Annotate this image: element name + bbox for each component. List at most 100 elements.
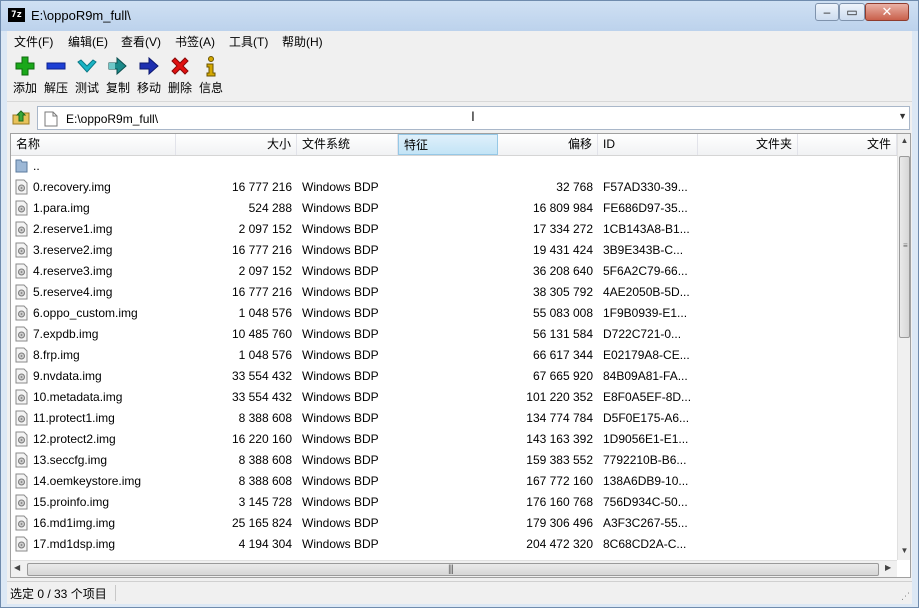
table-row[interactable]: 10.metadata.img 33 554 432 Windows BDP 101 … bbox=[11, 387, 897, 408]
file-size: 25 165 824 bbox=[231, 516, 292, 530]
vertical-scroll-thumb[interactable]: ≡ bbox=[899, 156, 910, 338]
column-folder[interactable]: 文件夹 bbox=[698, 134, 798, 155]
file-offset: 159 383 552 bbox=[526, 453, 593, 467]
move-label: 移动 bbox=[136, 81, 161, 95]
table-row[interactable]: 6.oppo_custom.img 1 048 576 Windows BDP 55 … bbox=[11, 303, 897, 324]
check-icon bbox=[77, 59, 97, 73]
grip-icon: ≡ bbox=[903, 241, 908, 250]
table-row[interactable]: 7.expdb.img 10 485 760 Windows BDP 56 131 5… bbox=[11, 324, 897, 345]
horizontal-scrollbar[interactable]: ◀ ||| ▶ bbox=[11, 560, 897, 577]
info-button[interactable]: 信息 bbox=[196, 53, 226, 99]
file-name: 6.oppo_custom.img bbox=[33, 306, 138, 320]
file-size: 1 048 576 bbox=[238, 306, 292, 320]
maximize-button[interactable]: ▭ bbox=[839, 3, 865, 21]
copy-button[interactable]: 复制 bbox=[103, 53, 133, 99]
column-filesystem[interactable]: 文件系统 bbox=[297, 134, 398, 155]
file-offset: 19 431 424 bbox=[532, 243, 593, 257]
disk-image-file-icon bbox=[15, 536, 28, 552]
extract-label: 解压 bbox=[43, 81, 68, 95]
column-files[interactable]: 文件 bbox=[798, 134, 897, 155]
file-name: 4.reserve3.img bbox=[33, 264, 113, 278]
file-filesystem: Windows BDP bbox=[302, 411, 379, 425]
table-row[interactable]: 0.recovery.img 16 777 216 Windows BDP 32 76… bbox=[11, 177, 897, 198]
scroll-down-icon[interactable]: ▼ bbox=[898, 546, 910, 555]
column-name[interactable]: 名称 bbox=[11, 134, 176, 155]
table-row[interactable]: 3.reserve2.img 16 777 216 Windows BDP 19 43… bbox=[11, 240, 897, 261]
close-icon: ✕ bbox=[881, 4, 893, 19]
delete-button[interactable]: 删除 bbox=[165, 53, 195, 99]
table-row[interactable]: 16.md1img.img 25 165 824 Windows BDP 179 30… bbox=[11, 513, 897, 534]
file-offset: 204 472 320 bbox=[526, 537, 593, 551]
app-7z-icon[interactable]: 7z bbox=[8, 8, 25, 22]
menu-file[interactable]: 文件(F) bbox=[14, 33, 53, 50]
horizontal-scroll-thumb[interactable]: ||| bbox=[27, 563, 879, 576]
resize-grip-icon[interactable]: ⋰ bbox=[901, 591, 910, 602]
column-offset[interactable]: 偏移 bbox=[498, 134, 598, 155]
menu-help[interactable]: 帮助(H) bbox=[282, 33, 323, 50]
table-row[interactable]: 13.seccfg.img 8 388 608 Windows BDP 159 383… bbox=[11, 450, 897, 471]
file-offset: 38 305 792 bbox=[532, 285, 593, 299]
scroll-left-icon[interactable]: ◀ bbox=[14, 563, 20, 572]
scroll-up-icon[interactable]: ▲ bbox=[898, 136, 910, 145]
document-icon bbox=[44, 111, 58, 127]
menu-edit[interactable]: 编辑(E) bbox=[68, 33, 108, 50]
parent-folder-row[interactable]: .. bbox=[11, 156, 897, 177]
menu-view[interactable]: 查看(V) bbox=[121, 33, 161, 50]
add-button[interactable]: 添加 bbox=[10, 53, 40, 99]
up-folder-button[interactable] bbox=[11, 107, 33, 129]
file-offset: 176 160 768 bbox=[526, 495, 593, 509]
table-row[interactable]: 4.reserve3.img 2 097 152 Windows BDP 36 208… bbox=[11, 261, 897, 282]
file-name: 1.para.img bbox=[33, 201, 90, 215]
table-row[interactable]: 9.nvdata.img 33 554 432 Windows BDP 67 665 … bbox=[11, 366, 897, 387]
file-list[interactable]: 名称 大小 文件系统 特征 偏移 ID 文件夹 文件 .. 0.recovery… bbox=[10, 133, 911, 578]
file-id: 84B09A81-FA... bbox=[603, 369, 688, 383]
column-size[interactable]: 大小 bbox=[176, 134, 297, 155]
scroll-right-icon[interactable]: ▶ bbox=[885, 563, 891, 572]
info-icon bbox=[206, 56, 216, 77]
file-filesystem: Windows BDP bbox=[302, 369, 379, 383]
test-button[interactable]: 测试 bbox=[72, 53, 102, 99]
file-name: 8.frp.img bbox=[33, 348, 80, 362]
folder-up-icon bbox=[12, 110, 30, 125]
menu-tools[interactable]: 工具(T) bbox=[229, 33, 268, 50]
text-cursor-icon: I bbox=[471, 108, 475, 124]
table-row[interactable]: 2.reserve1.img 2 097 152 Windows BDP 17 334… bbox=[11, 219, 897, 240]
table-row[interactable]: 15.proinfo.img 3 145 728 Windows BDP 176 16… bbox=[11, 492, 897, 513]
parent-folder-name: .. bbox=[33, 159, 40, 173]
close-button[interactable]: ✕ bbox=[865, 3, 909, 21]
file-name: 12.protect2.img bbox=[33, 432, 116, 446]
file-id: 5F6A2C79-66... bbox=[603, 264, 688, 278]
file-filesystem: Windows BDP bbox=[302, 432, 379, 446]
menu-bookmarks[interactable]: 书签(A) bbox=[175, 33, 215, 50]
minimize-button[interactable]: ‒ bbox=[815, 3, 839, 21]
disk-image-file-icon bbox=[15, 452, 28, 468]
file-offset: 66 617 344 bbox=[532, 348, 593, 362]
table-row[interactable]: 1.para.img 524 288 Windows BDP 16 809 984 FE… bbox=[11, 198, 897, 219]
file-id: 1F9B0939-E1... bbox=[603, 306, 688, 320]
maximize-icon: ▭ bbox=[846, 5, 858, 19]
table-row[interactable]: 12.protect2.img 16 220 160 Windows BDP 143 … bbox=[11, 429, 897, 450]
chevron-down-icon[interactable]: ▼ bbox=[898, 111, 907, 121]
file-filesystem: Windows BDP bbox=[302, 285, 379, 299]
status-bar: 选定 0 / 33 个项目 ⋰ bbox=[7, 581, 912, 604]
title-bar[interactable]: 7z E:\oppoR9m_full\ ‒ ▭ ✕ bbox=[1, 1, 918, 31]
file-name: 5.reserve4.img bbox=[33, 285, 113, 299]
table-row[interactable]: 5.reserve4.img 16 777 216 Windows BDP 38 30… bbox=[11, 282, 897, 303]
arrow-right-icon bbox=[139, 56, 159, 76]
table-row[interactable]: 17.md1dsp.img 4 194 304 Windows BDP 204 472… bbox=[11, 534, 897, 555]
vertical-scrollbar[interactable]: ▲ ≡ ▼ bbox=[897, 134, 910, 560]
move-button[interactable]: 移动 bbox=[134, 53, 164, 99]
column-feature[interactable]: 特征 bbox=[398, 134, 498, 155]
file-offset: 16 809 984 bbox=[532, 201, 593, 215]
table-row[interactable]: 14.oemkeystore.img 8 388 608 Windows BDP 16… bbox=[11, 471, 897, 492]
column-id[interactable]: ID bbox=[598, 134, 698, 155]
table-row[interactable]: 11.protect1.img 8 388 608 Windows BDP 134 7… bbox=[11, 408, 897, 429]
file-size: 4 194 304 bbox=[238, 537, 292, 551]
delete-label: 删除 bbox=[167, 81, 192, 95]
table-row[interactable]: 8.frp.img 1 048 576 Windows BDP 66 617 344 E… bbox=[11, 345, 897, 366]
extract-button[interactable]: 解压 bbox=[41, 53, 71, 99]
file-name: 16.md1img.img bbox=[33, 516, 116, 530]
file-id: E8F0A5EF-8D... bbox=[603, 390, 692, 404]
file-offset: 56 131 584 bbox=[532, 327, 593, 341]
file-size: 1 048 576 bbox=[238, 348, 292, 362]
